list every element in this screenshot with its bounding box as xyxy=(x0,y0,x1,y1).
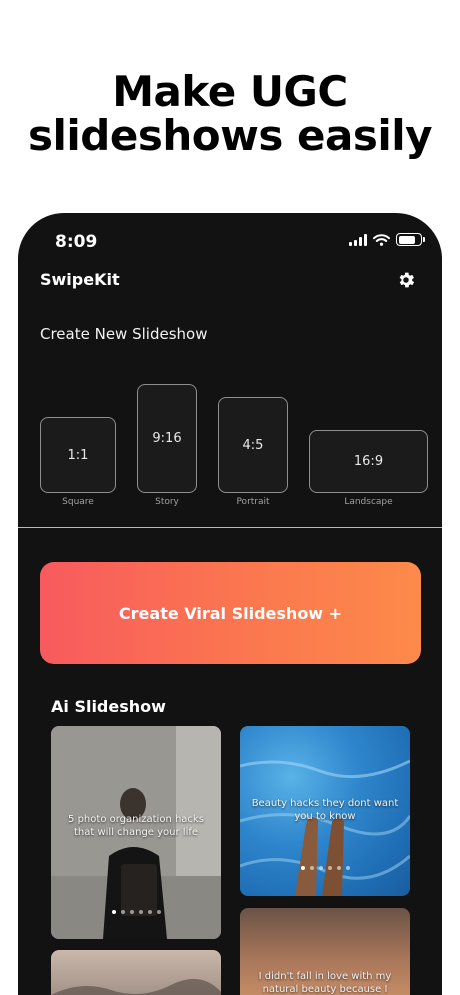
card-beauty-caption: Beauty hacks they dont want you to know xyxy=(251,798,399,822)
format-story-ratio: 9:16 xyxy=(152,431,182,446)
carousel-dots xyxy=(51,910,221,914)
format-landscape-label: Landscape xyxy=(344,497,393,507)
format-square-ratio: 1:1 xyxy=(67,447,89,463)
marketing-headline: Make UGC slideshows easily xyxy=(0,70,460,158)
slideshow-card-sky[interactable] xyxy=(51,950,221,995)
sky-image xyxy=(51,978,221,995)
carousel-dots xyxy=(240,866,410,870)
battery-icon xyxy=(396,233,425,246)
card-natural-beauty-caption: I didn't fall in love with my natural be… xyxy=(258,971,392,995)
create-new-label: Create New Slideshow xyxy=(40,325,208,343)
headline-line-2: slideshows easily xyxy=(27,111,433,160)
create-viral-slideshow-button[interactable]: Create Viral Slideshow + xyxy=(40,562,421,664)
format-portrait-ratio: 4:5 xyxy=(242,437,264,453)
status-icons xyxy=(349,233,425,246)
format-landscape-button[interactable]: 16:9 xyxy=(309,430,428,493)
card-organization-caption: 5 photo organization hacks that will cha… xyxy=(68,814,204,838)
phone-screen: 8:09 SwipeKit Create New Slideshow 1:1 S… xyxy=(18,213,442,995)
slideshow-card-organization[interactable]: 5 photo organization hacks that will cha… xyxy=(51,726,221,939)
format-story-label: Story xyxy=(155,497,179,507)
format-square-label: Square xyxy=(62,497,94,507)
headline-line-1: Make UGC xyxy=(112,67,348,116)
status-time: 8:09 xyxy=(55,232,98,252)
signal-icon xyxy=(349,233,367,246)
wifi-icon xyxy=(373,233,390,246)
ai-slideshow-title: Ai Slideshow xyxy=(51,697,166,716)
format-square-button[interactable]: 1:1 xyxy=(40,417,116,493)
app-title: SwipeKit xyxy=(40,270,120,289)
format-portrait-label: Portrait xyxy=(236,497,270,507)
create-viral-slideshow-label: Create Viral Slideshow + xyxy=(118,603,343,623)
format-landscape-ratio: 16:9 xyxy=(353,454,384,469)
slideshow-card-natural-beauty[interactable]: I didn't fall in love with my natural be… xyxy=(240,908,410,995)
format-portrait-button[interactable]: 4:5 xyxy=(218,397,288,493)
section-divider xyxy=(18,527,442,528)
slideshow-card-beauty-hacks[interactable]: Beauty hacks they dont want you to know xyxy=(240,726,410,896)
format-story-button[interactable]: 9:16 xyxy=(137,384,197,493)
gear-icon[interactable] xyxy=(396,270,416,290)
